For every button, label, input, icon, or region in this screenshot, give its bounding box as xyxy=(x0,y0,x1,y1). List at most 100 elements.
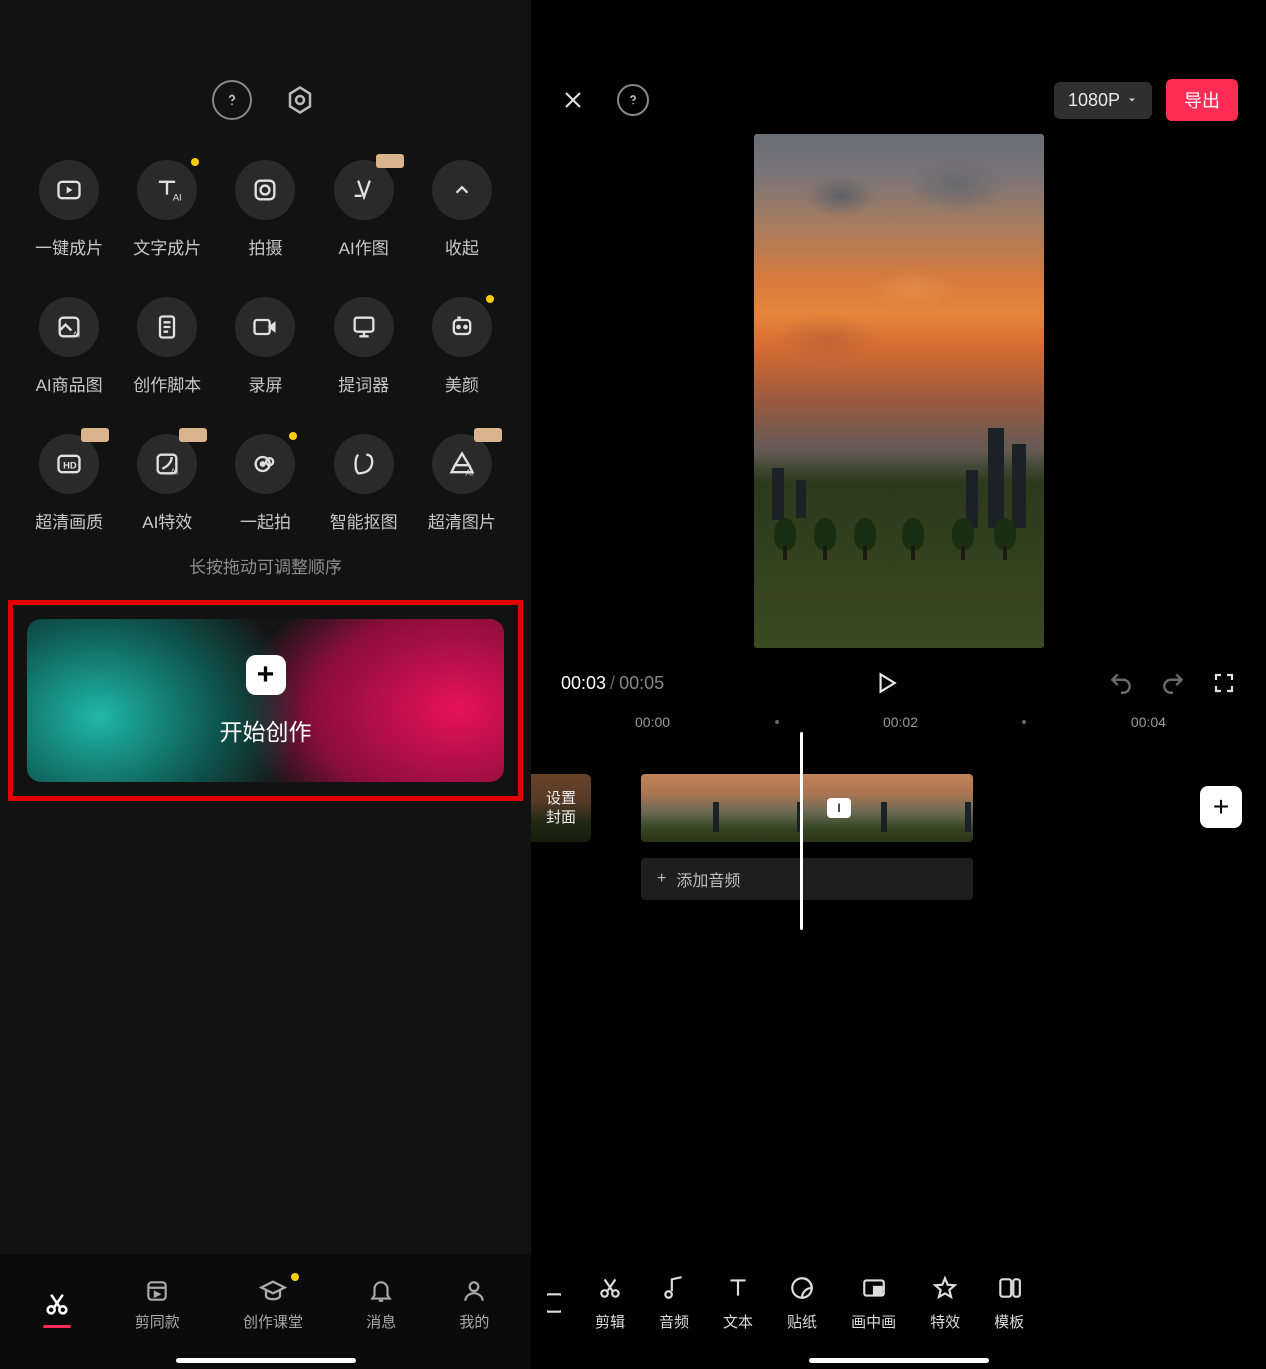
tool-label: 创作脚本 xyxy=(133,371,201,396)
export-label: 导出 xyxy=(1184,91,1220,111)
preview-area xyxy=(531,130,1266,652)
editor-bottom-nav: 剪辑 音频 文本 贴纸 画中画 特效 模板 xyxy=(531,1254,1266,1369)
tool-label: 超清画质 xyxy=(35,508,103,533)
tool-one-click-movie[interactable]: 一键成片 xyxy=(20,160,118,259)
help-icon[interactable] xyxy=(617,84,649,116)
notify-dot-icon xyxy=(289,432,297,440)
tool-label: AI商品图 xyxy=(36,371,103,396)
new-badge-icon xyxy=(179,428,207,442)
nav-effect-tab[interactable]: 特效 xyxy=(930,1273,960,1332)
svg-text:HD: HD xyxy=(63,461,77,471)
bell-icon xyxy=(366,1277,396,1305)
ruler-tick xyxy=(775,720,779,724)
left-header xyxy=(0,0,531,130)
nav-label: 音频 xyxy=(659,1311,689,1332)
close-icon[interactable] xyxy=(559,86,587,114)
set-cover-button[interactable]: 设置 封面 xyxy=(531,774,591,842)
tool-label: 录屏 xyxy=(248,371,282,396)
scissors-icon xyxy=(42,1290,72,1318)
notify-dot-icon xyxy=(291,1273,299,1281)
tool-ai-drawing[interactable]: AI作图 xyxy=(315,160,413,259)
tool-hd-image[interactable]: AI超清图片 xyxy=(413,434,511,533)
nav-text-tab[interactable]: 文本 xyxy=(723,1273,753,1332)
scissors-icon xyxy=(595,1273,625,1303)
add-audio-button[interactable]: + 添加音频 xyxy=(641,858,973,900)
nav-template[interactable]: 剪同款 xyxy=(135,1277,180,1332)
playback-bar: 00:03/00:05 xyxy=(531,652,1266,696)
tool-label: AI特效 xyxy=(142,508,192,533)
notify-dot-icon xyxy=(486,295,494,303)
nav-label: 我的 xyxy=(459,1311,489,1332)
tool-ai-product-image[interactable]: AIAI商品图 xyxy=(20,297,118,396)
svg-text:AI: AI xyxy=(171,468,179,477)
tool-label: 美颜 xyxy=(445,371,479,396)
fullscreen-button[interactable] xyxy=(1212,671,1236,695)
tool-camera[interactable]: 拍摄 xyxy=(216,160,314,259)
music-icon xyxy=(659,1273,689,1303)
nav-edit-tab[interactable]: 剪辑 xyxy=(595,1273,625,1332)
nav-partial[interactable] xyxy=(547,1288,561,1318)
plus-icon: + xyxy=(657,870,666,888)
tool-teleprompter[interactable]: 提词器 xyxy=(315,297,413,396)
video-clip[interactable]: I xyxy=(641,774,973,842)
timeline-area[interactable]: 设置 封面 I + 添加音频 + xyxy=(531,740,1266,970)
nav-pip-tab[interactable]: 画中画 xyxy=(851,1273,896,1332)
resolution-button[interactable]: 1080P xyxy=(1054,82,1152,119)
tool-ai-effect[interactable]: AI AI特效 xyxy=(118,434,216,533)
undo-button[interactable] xyxy=(1108,670,1134,696)
settings-icon[interactable] xyxy=(280,80,320,120)
template-icon xyxy=(142,1277,172,1305)
start-create-button[interactable]: + 开始创作 xyxy=(27,619,504,782)
nav-label: 剪辑 xyxy=(595,1311,625,1332)
reorder-hint: 长按拖动可调整顺序 xyxy=(0,553,531,578)
tool-collapse[interactable]: 收起 xyxy=(413,160,511,259)
video-preview[interactable] xyxy=(754,134,1044,648)
tool-label: 文字成片 xyxy=(133,234,201,259)
tool-label: 提词器 xyxy=(338,371,389,396)
plus-icon: + xyxy=(246,655,286,695)
nav-edit[interactable] xyxy=(42,1290,72,1318)
nav-template-tab[interactable]: 模板 xyxy=(994,1273,1024,1332)
clip-handle-icon[interactable]: I xyxy=(827,798,851,818)
nav-sticker-tab[interactable]: 贴纸 xyxy=(787,1273,817,1332)
home-indicator xyxy=(176,1358,356,1363)
add-clip-button[interactable]: + xyxy=(1200,786,1242,828)
nav-label: 消息 xyxy=(366,1311,396,1332)
time-display: 00:03/00:05 xyxy=(561,673,664,694)
tool-label: 收起 xyxy=(445,234,479,259)
help-icon[interactable] xyxy=(212,80,252,120)
tool-grid: 一键成片 AI文字成片 拍摄 AI作图 收起 AIAI商品图 创作脚本 录屏 提… xyxy=(0,130,531,543)
graduation-icon xyxy=(258,1277,288,1305)
tool-text-movie[interactable]: AI文字成片 xyxy=(118,160,216,259)
home-indicator xyxy=(809,1358,989,1363)
template-icon xyxy=(994,1273,1024,1303)
tool-co-shoot[interactable]: 一起拍 xyxy=(216,434,314,533)
nav-messages[interactable]: 消息 xyxy=(366,1277,396,1332)
redo-button[interactable] xyxy=(1160,670,1186,696)
tool-smart-cutout[interactable]: 智能抠图 xyxy=(315,434,413,533)
tool-screen-record[interactable]: 录屏 xyxy=(216,297,314,396)
tool-label: 智能抠图 xyxy=(330,508,398,533)
nav-classroom[interactable]: 创作课堂 xyxy=(243,1277,303,1332)
nav-label: 文本 xyxy=(723,1311,753,1332)
text-icon xyxy=(723,1273,753,1303)
star-icon xyxy=(930,1273,960,1303)
resolution-label: 1080P xyxy=(1068,90,1120,111)
tool-label: AI作图 xyxy=(339,234,389,259)
set-cover-label: 设置 封面 xyxy=(531,774,591,842)
start-create-label: 开始创作 xyxy=(220,713,312,747)
nav-label: 贴纸 xyxy=(787,1311,817,1332)
tool-beauty[interactable]: 美颜 xyxy=(413,297,511,396)
tool-hd-quality[interactable]: HD 超清画质 xyxy=(20,434,118,533)
pip-icon xyxy=(859,1273,889,1303)
home-panel: 一键成片 AI文字成片 拍摄 AI作图 收起 AIAI商品图 创作脚本 录屏 提… xyxy=(0,0,531,1369)
tool-create-script[interactable]: 创作脚本 xyxy=(118,297,216,396)
tool-label: 超清图片 xyxy=(428,508,496,533)
new-badge-icon xyxy=(81,428,109,442)
nav-profile[interactable]: 我的 xyxy=(459,1277,489,1332)
play-button[interactable] xyxy=(873,670,899,696)
export-button[interactable]: 导出 xyxy=(1166,79,1238,121)
nav-audio-tab[interactable]: 音频 xyxy=(659,1273,689,1332)
playhead[interactable] xyxy=(800,732,803,930)
notify-dot-icon xyxy=(191,158,199,166)
